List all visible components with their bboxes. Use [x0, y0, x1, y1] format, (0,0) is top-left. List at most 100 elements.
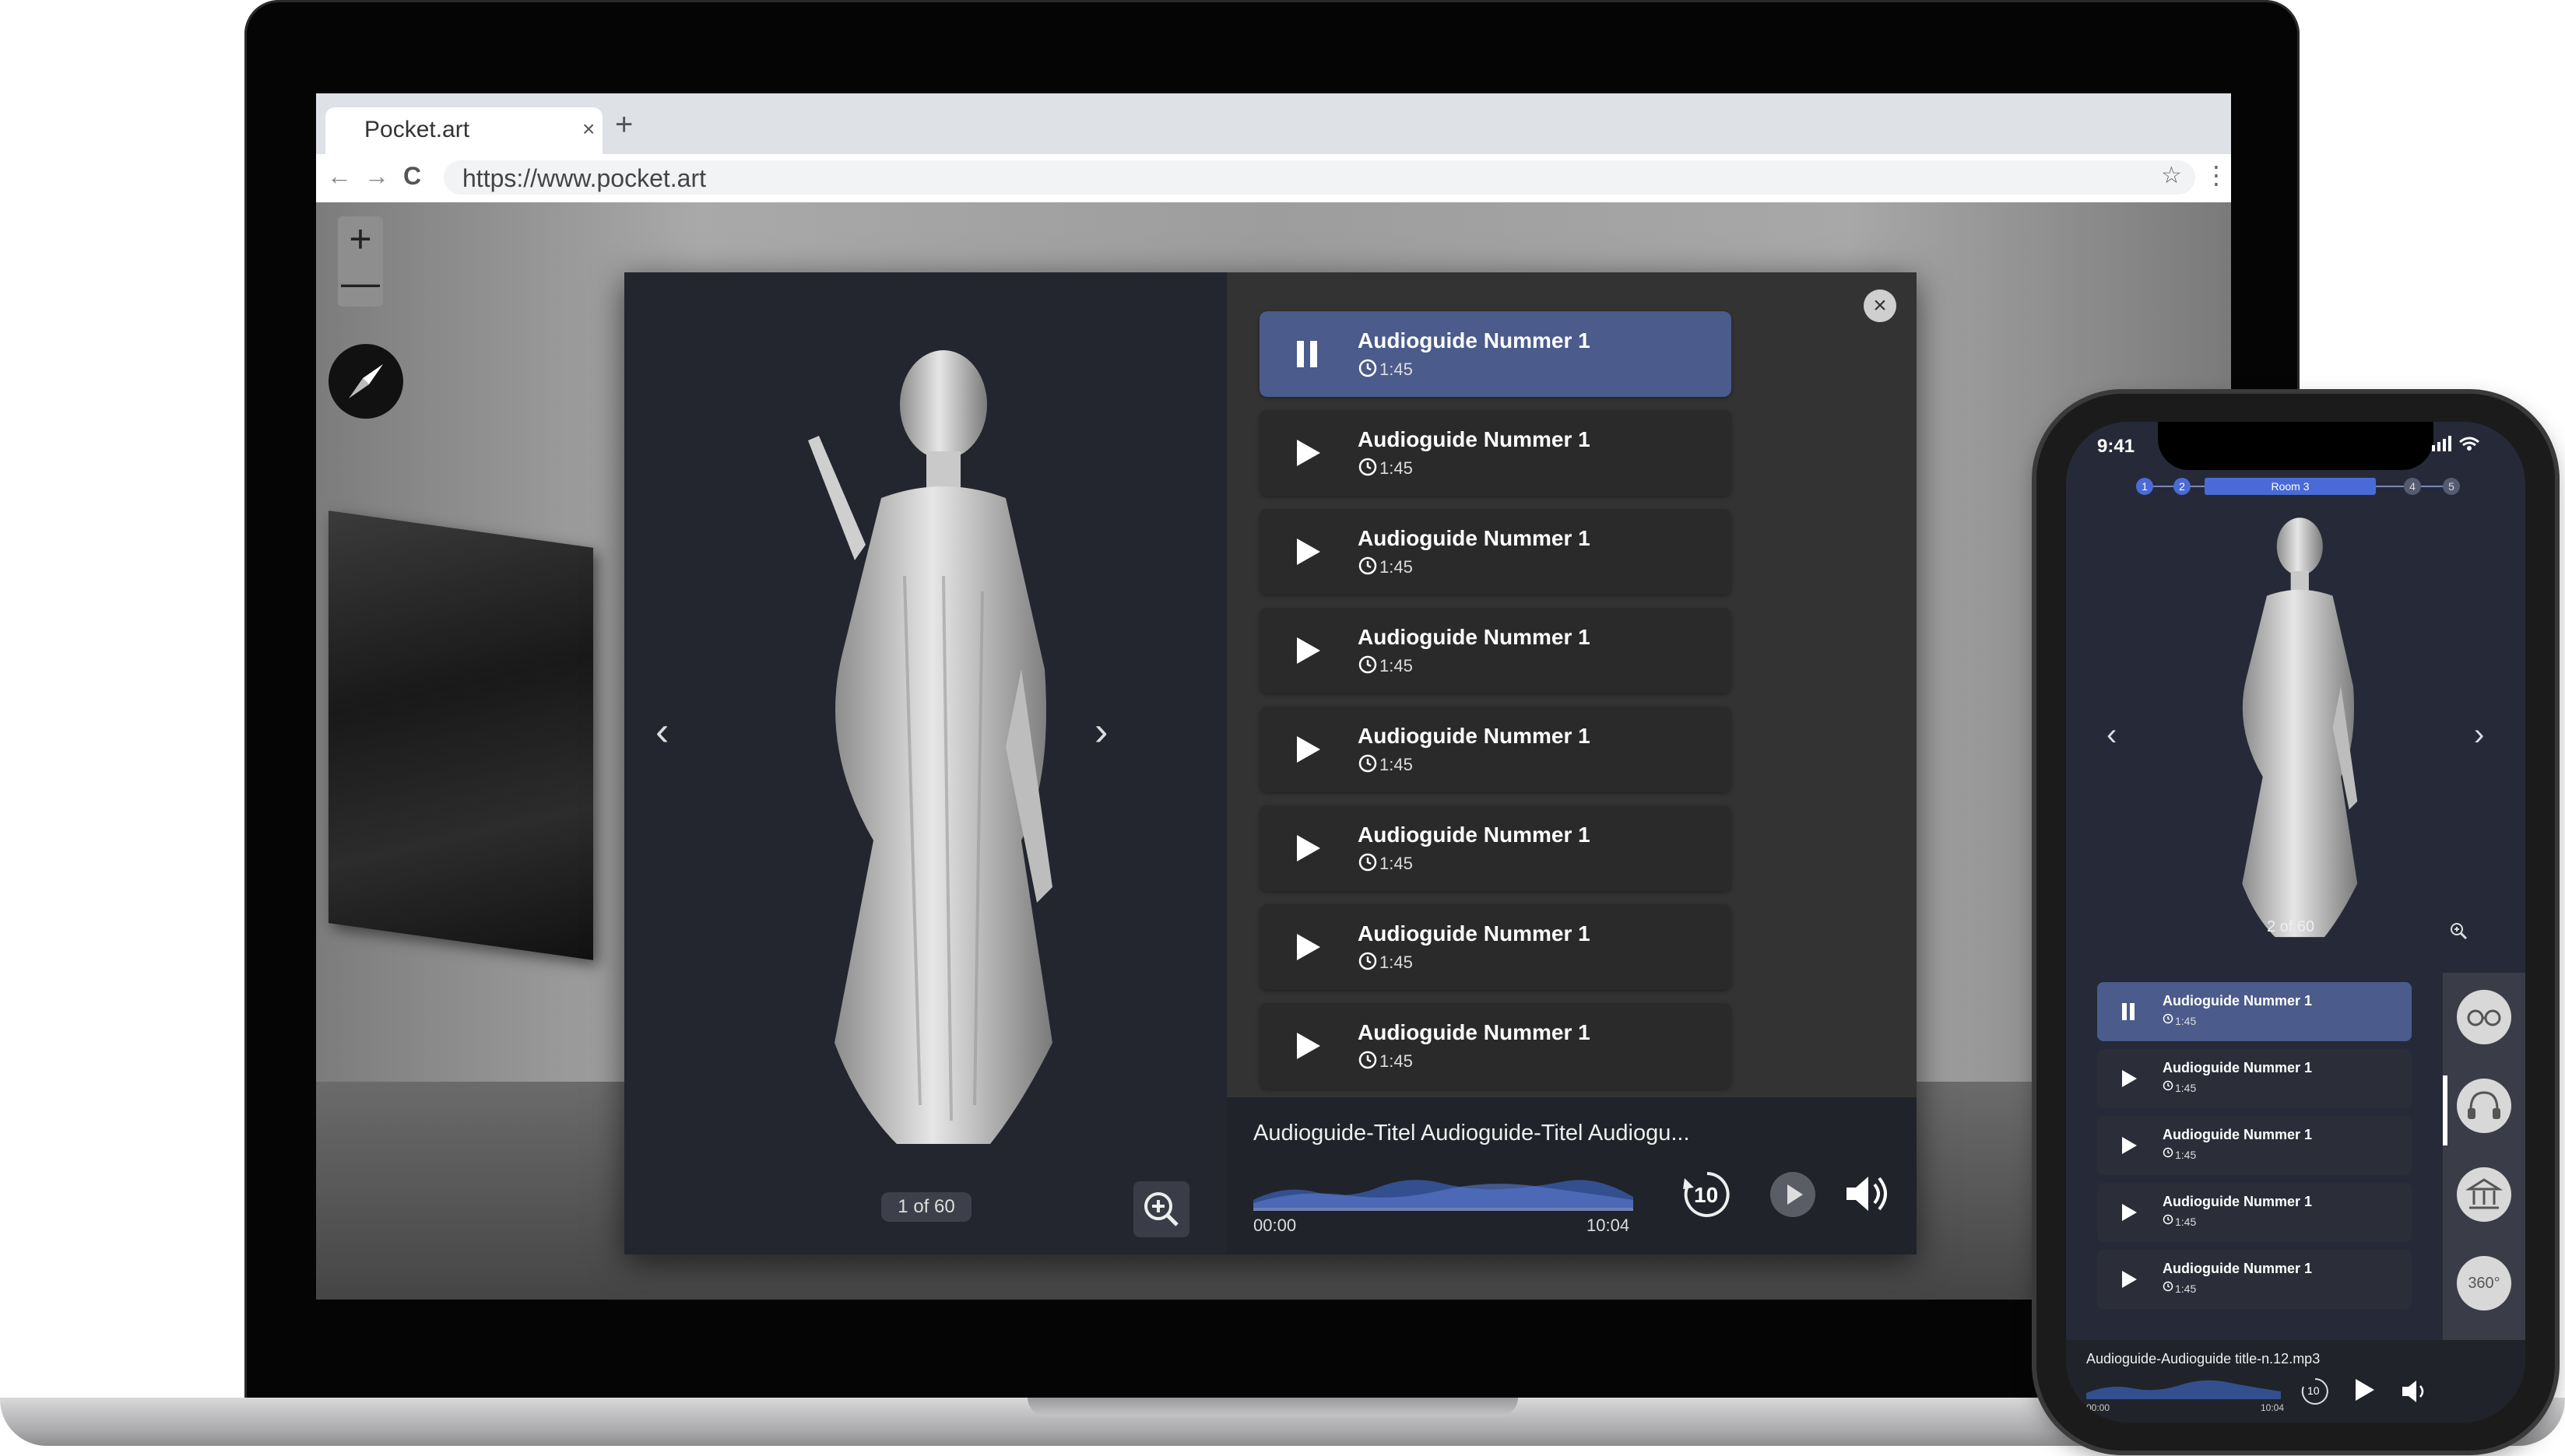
step-5[interactable]: 5: [2443, 478, 2460, 495]
track-title: Audioguide Nummer 1: [1358, 526, 1590, 550]
rail-museum-button[interactable]: [2457, 1167, 2511, 1222]
phone-volume-button[interactable]: [2399, 1376, 2430, 1407]
clock-icon: [1358, 359, 1377, 377]
tab-close-icon[interactable]: ×: [582, 117, 595, 142]
step-1[interactable]: 1: [2136, 478, 2153, 495]
room-current[interactable]: Room 3: [2205, 478, 2376, 495]
phone-screen: 9:41 1 2 Room 3 4 5 ‹ › 2 of 60 Audiogui…: [2066, 422, 2525, 1423]
gallery-viewport[interactable]: + — ‹ › 1 of 60 × Audioguide Nummer 1 1:…: [316, 202, 2231, 1300]
phone-skip-back-button[interactable]: 10: [2300, 1376, 2331, 1407]
track-duration: 1:45: [1379, 1051, 1413, 1071]
browser-menu-icon[interactable]: ⋮: [2204, 160, 2229, 190]
address-bar[interactable]: https://www.pocket.art: [444, 160, 2195, 195]
phone-track-item[interactable]: Audioguide Nummer 1 1:45: [2097, 1183, 2412, 1242]
track-item[interactable]: Audioguide Nummer 1 1:45: [1260, 509, 1731, 595]
skip-back-10-button[interactable]: 10: [1680, 1167, 1734, 1222]
phone-track-duration: 1:45: [2175, 1149, 2197, 1161]
rail-glasses-button[interactable]: [2457, 990, 2511, 1044]
phone-zoom-icon[interactable]: [2447, 920, 2469, 942]
artwork-modal: ‹ › 1 of 60 × Audioguide Nummer 1 1:45 Aud…: [624, 272, 1917, 1254]
phone-track-item[interactable]: Audioguide Nummer 1 1:45: [2097, 982, 2412, 1041]
play-icon: [1297, 934, 1320, 960]
reload-icon[interactable]: C: [403, 162, 421, 191]
phone-play-button[interactable]: [2348, 1374, 2379, 1405]
play-icon: [1297, 637, 1320, 664]
modal-close-button[interactable]: ×: [1864, 289, 1896, 322]
viewer-prev-arrow[interactable]: ‹: [655, 708, 669, 755]
forward-icon[interactable]: →: [364, 162, 389, 191]
phone-time-start: 00:00: [2086, 1402, 2110, 1413]
track-title: Audioguide Nummer 1: [1358, 328, 1590, 353]
player-time-end: 10:04: [1586, 1216, 1630, 1235]
play-icon: [2122, 1137, 2137, 1154]
rail-audio-button[interactable]: [2457, 1079, 2511, 1133]
volume-button[interactable]: [1842, 1169, 1892, 1219]
track-title: Audioguide Nummer 1: [1358, 921, 1590, 946]
phone-side-rail: 360°: [2443, 973, 2525, 1346]
phone-prev-arrow[interactable]: ‹: [2106, 717, 2117, 753]
track-item[interactable]: Audioguide Nummer 1 1:45: [1260, 608, 1731, 693]
zoom-in-button[interactable]: +: [338, 216, 383, 261]
rail-360-button[interactable]: 360°: [2457, 1256, 2511, 1310]
new-tab-button[interactable]: +: [615, 107, 633, 142]
play-icon: [2122, 1070, 2137, 1087]
compass-icon[interactable]: [329, 344, 403, 419]
track-item[interactable]: Audioguide Nummer 1 1:45: [1260, 311, 1731, 397]
track-duration: 1:45: [1379, 458, 1413, 478]
clock-icon: [2163, 1080, 2173, 1091]
phone-track-duration: 1:45: [2175, 1015, 2197, 1027]
audio-player: Audioguide-Titel Audioguide-Titel Audiog…: [1227, 1097, 1917, 1254]
laptop-screen: Pocket.art × + ← → C https://www.pocket.…: [316, 93, 2231, 1300]
track-item[interactable]: Audioguide Nummer 1 1:45: [1260, 410, 1731, 496]
phone-player-waveform[interactable]: [2086, 1376, 2281, 1399]
track-duration: 1:45: [1379, 854, 1413, 873]
map-zoom-control: + —: [338, 216, 383, 307]
bookmark-star-icon[interactable]: ☆: [2161, 162, 2182, 189]
phone-next-arrow[interactable]: ›: [2474, 717, 2484, 753]
viewer-next-arrow[interactable]: ›: [1095, 708, 1108, 755]
player-time-start: 00:00: [1253, 1216, 1297, 1235]
track-item[interactable]: Audioguide Nummer 1 1:45: [1260, 805, 1731, 891]
pause-icon: [1297, 341, 1317, 367]
track-duration: 1:45: [1379, 755, 1413, 774]
track-title: Audioguide Nummer 1: [1358, 823, 1590, 847]
phone-notch: [2158, 422, 2433, 470]
phone-track-title: Audioguide Nummer 1: [2163, 1127, 2313, 1142]
clock-icon: [2163, 1147, 2173, 1158]
player-play-button[interactable]: [1770, 1172, 1815, 1217]
clock-icon: [1358, 655, 1377, 674]
browser-tab-bar: Pocket.art × +: [316, 93, 2231, 154]
clock-icon: [1358, 1051, 1377, 1069]
play-icon: [2356, 1379, 2374, 1401]
player-track-title: Audioguide-Titel Audioguide-Titel Audiog…: [1253, 1121, 1690, 1146]
track-title: Audioguide Nummer 1: [1358, 427, 1590, 451]
back-icon[interactable]: ←: [327, 162, 352, 191]
image-zoom-button[interactable]: [1133, 1181, 1189, 1237]
play-icon: [2122, 1204, 2137, 1221]
step-4[interactable]: 4: [2404, 478, 2421, 495]
phone-player-title: Audioguide-Audioguide title-n.12.mp3: [2086, 1351, 2321, 1367]
laptop-notch: [1028, 1398, 1518, 1416]
track-item[interactable]: Audioguide Nummer 1 1:45: [1260, 904, 1731, 990]
phone-track-item[interactable]: Audioguide Nummer 1 1:45: [2097, 1250, 2412, 1309]
clock-icon: [2163, 1281, 2173, 1292]
browser-tab[interactable]: Pocket.art ×: [325, 107, 603, 154]
phone-track-item[interactable]: Audioguide Nummer 1 1:45: [2097, 1049, 2412, 1108]
phone-track-title: Audioguide Nummer 1: [2163, 1194, 2313, 1209]
track-item[interactable]: Audioguide Nummer 1 1:45: [1260, 1003, 1731, 1089]
track-duration: 1:45: [1379, 656, 1413, 675]
zoom-in-icon: [1144, 1192, 1179, 1226]
step-2[interactable]: 2: [2173, 478, 2191, 495]
museum-icon: [2465, 1178, 2504, 1209]
player-waveform[interactable]: [1253, 1169, 1633, 1211]
zoom-out-button[interactable]: —: [338, 260, 383, 305]
clock-icon: [1358, 853, 1377, 872]
phone-frame: 9:41 1 2 Room 3 4 5 ‹ › 2 of 60 Audiogui…: [2036, 394, 2555, 1451]
tab-title: Pocket.art: [364, 117, 470, 142]
wall-painting[interactable]: [329, 510, 593, 960]
clock-icon: [1358, 754, 1377, 773]
phone-track-title: Audioguide Nummer 1: [2163, 1060, 2313, 1075]
phone-track-item[interactable]: Audioguide Nummer 1 1:45: [2097, 1116, 2412, 1175]
clock-icon: [1358, 952, 1377, 970]
track-item[interactable]: Audioguide Nummer 1 1:45: [1260, 707, 1731, 792]
